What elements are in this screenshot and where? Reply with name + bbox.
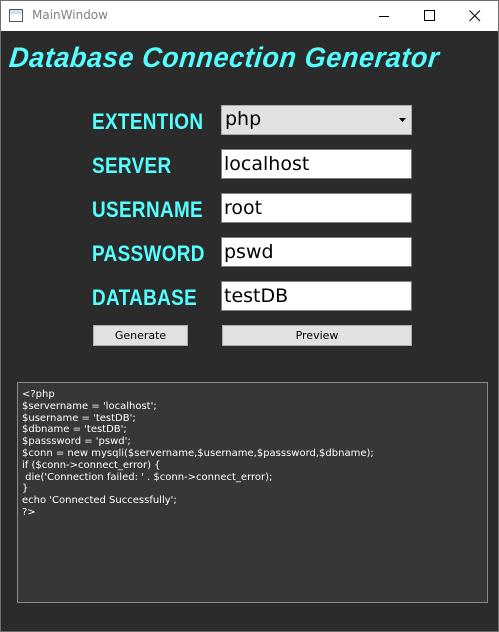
server-label: SERVER	[92, 153, 172, 178]
extension-select[interactable]: php	[221, 105, 412, 135]
username-label: USERNAME	[92, 197, 204, 222]
maximize-button[interactable]	[407, 1, 453, 31]
server-input[interactable]	[221, 149, 412, 179]
dropdown-arrow-icon	[399, 118, 406, 122]
page-title: Database Connection Generator	[7, 42, 442, 74]
close-icon	[469, 10, 481, 22]
app-window-icon	[9, 9, 23, 22]
maximize-icon	[424, 10, 435, 21]
password-input[interactable]	[221, 237, 412, 267]
database-input[interactable]	[221, 281, 412, 311]
minimize-button[interactable]	[361, 1, 407, 31]
extension-selected-value: php	[225, 108, 262, 130]
extension-label: EXTENTION	[92, 109, 204, 134]
main-window: MainWindow Database Connection Generator…	[0, 0, 499, 632]
title-bar[interactable]: MainWindow	[1, 1, 498, 31]
username-input[interactable]	[221, 193, 412, 223]
database-label: DATABASE	[92, 285, 198, 310]
generate-button[interactable]: Generate	[93, 325, 188, 346]
close-button[interactable]	[452, 1, 498, 31]
password-label: PASSWORD	[92, 241, 205, 266]
preview-button[interactable]: Preview	[222, 325, 412, 346]
minimize-icon	[379, 16, 389, 17]
generated-code-output[interactable]: <?php $servername = 'localhost'; $userna…	[17, 382, 488, 603]
window-title: MainWindow	[32, 8, 108, 22]
main-content: Database Connection Generator EXTENTION …	[1, 31, 498, 631]
